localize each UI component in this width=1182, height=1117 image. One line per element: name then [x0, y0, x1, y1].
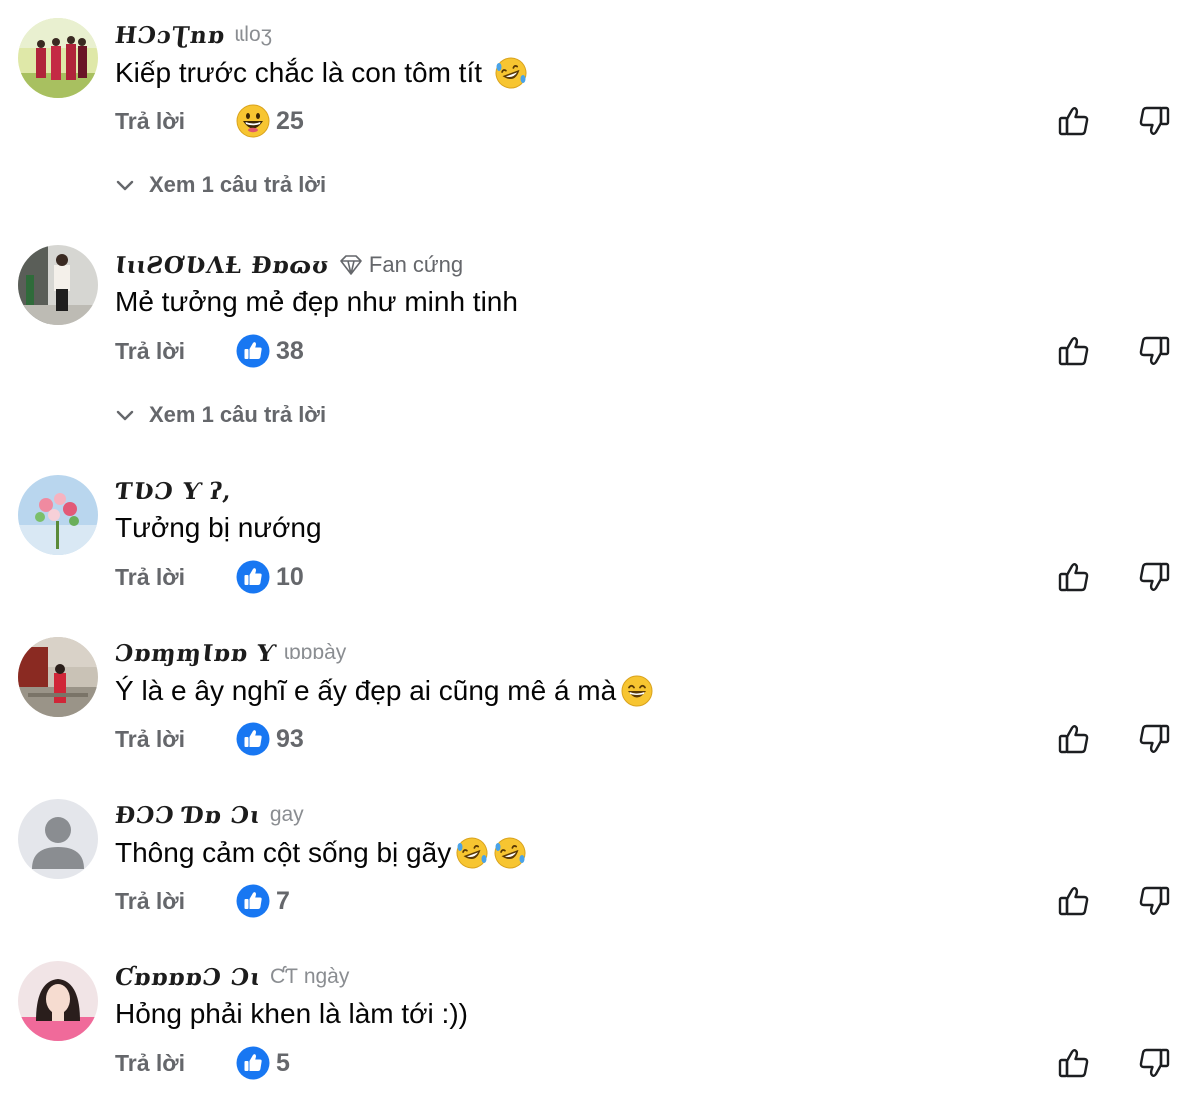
- comment-text-row: Thông cảm cột sống bị gãy: [115, 836, 527, 870]
- thumbs-up-icon[interactable]: [1057, 334, 1091, 368]
- comment-text-row: Tưởng bị nướng: [115, 512, 322, 544]
- author-row: ƖɩɩƧƠƲɅȽ Ɖɒɷʊ Fan cứng: [114, 250, 464, 280]
- comment-text: Thông cảm cột sống bị gãy: [115, 837, 452, 868]
- avatar[interactable]: [18, 637, 98, 717]
- like-icon: [236, 884, 270, 918]
- comment-text: Mẻ tưởng mẻ đẹp như minh tinh: [115, 286, 518, 317]
- avatar[interactable]: [18, 961, 98, 1041]
- comment-text: Tưởng bị nướng: [115, 512, 322, 543]
- thumbs-down-icon[interactable]: [1137, 104, 1171, 138]
- comment-text: Kiếp trước chắc là con tôm tít: [115, 57, 483, 88]
- reaction-count: 93: [276, 724, 304, 753]
- comment-text-row: Kiếp trước chắc là con tôm tít: [115, 56, 528, 90]
- author-name[interactable]: ƬƲƆ Ƴ ʔ,: [114, 478, 234, 505]
- like-icon: [236, 1046, 270, 1080]
- avatar[interactable]: [18, 18, 98, 98]
- reaction-summary[interactable]: 5: [236, 1046, 290, 1080]
- fan-badge[interactable]: Fan cứng: [339, 252, 463, 278]
- avatar[interactable]: [18, 799, 98, 879]
- author-name[interactable]: HƆɔƮnɒ: [114, 22, 227, 49]
- reaction-summary[interactable]: 7: [236, 884, 290, 918]
- thumbs-down-icon[interactable]: [1137, 722, 1171, 756]
- chevron-down-icon: [116, 410, 134, 421]
- reaction-count: 38: [276, 336, 304, 365]
- author-name[interactable]: ƉƆƆ Ɗɒ Ɔɩ: [114, 802, 262, 829]
- reaction-count: 5: [276, 1048, 290, 1077]
- reaction-count: 25: [276, 106, 304, 135]
- author-row: HƆɔƮnɒ ɩɩloʒ: [114, 20, 273, 50]
- reply-button[interactable]: Trả lời: [115, 1050, 185, 1077]
- reply-button[interactable]: Trả lời: [115, 108, 185, 135]
- thumbs-up-icon[interactable]: [1057, 1046, 1091, 1080]
- diamond-icon: [340, 255, 362, 275]
- view-replies-button[interactable]: Xem 1 câu trả lời: [115, 172, 326, 198]
- reaction-count: 10: [276, 562, 304, 591]
- thumbs-up-icon[interactable]: [1057, 722, 1091, 756]
- comment-meta: ɩɩloʒ: [234, 23, 273, 46]
- thumbs-up-icon[interactable]: [1057, 104, 1091, 138]
- thumbs-up-icon[interactable]: [1057, 884, 1091, 918]
- reaction-summary[interactable]: 25: [236, 104, 304, 138]
- comment-text: Hỏng phải khen là làm tới :)): [115, 998, 468, 1029]
- author-row: ƇɒɒɒɒƆ Ɔɩ ƇƬ ngày: [114, 962, 350, 992]
- chevron-down-icon: [116, 180, 134, 191]
- reaction-summary[interactable]: 10: [236, 560, 304, 594]
- rolling-laughing-emoji: [494, 56, 528, 90]
- comment-text-row: Hỏng phải khen là làm tới :)): [115, 998, 468, 1030]
- reply-button[interactable]: Trả lời: [115, 888, 185, 915]
- view-replies-label: Xem 1 câu trả lời: [149, 402, 327, 427]
- comment-meta: ɩɒɒɒày: [284, 641, 347, 664]
- author-name[interactable]: ƖɩɩƧƠƲɅȽ Ɖɒɷʊ: [114, 252, 331, 279]
- comment-meta: gay: [269, 803, 304, 826]
- rolling-laughing-emoji: [455, 836, 489, 870]
- comment-text: Ý là e ây nghĩ e ấy đẹp ai cũng mê á mà: [115, 675, 617, 706]
- like-icon: [236, 334, 270, 368]
- smiling-face-emoji: [620, 674, 654, 708]
- like-icon: [236, 722, 270, 756]
- comment-text-row: Ý là e ây nghĩ e ấy đẹp ai cũng mê á mà: [115, 674, 654, 708]
- thumbs-down-icon[interactable]: [1137, 560, 1171, 594]
- fan-badge-label: Fan cứng: [368, 252, 464, 277]
- rolling-laughing-emoji: [493, 836, 527, 870]
- reaction-summary[interactable]: 93: [236, 722, 304, 756]
- author-row: ƉƆƆ Ɗɒ Ɔɩ gay: [114, 800, 304, 830]
- view-replies-button[interactable]: Xem 1 câu trả lời: [115, 402, 326, 428]
- thumbs-down-icon[interactable]: [1137, 334, 1171, 368]
- author-name[interactable]: ƇɒɒɒɒƆ Ɔɩ: [114, 964, 262, 991]
- author-row: ƬƲƆ Ƴ ʔ,: [114, 476, 234, 506]
- author-row: ƆɒɱɱƖɒɒ Ƴ ɩɒɒɒày: [114, 638, 347, 668]
- grinning-face-emoji: [236, 104, 270, 138]
- reply-button[interactable]: Trả lời: [115, 564, 185, 591]
- reply-button[interactable]: Trả lời: [115, 726, 185, 753]
- reply-button[interactable]: Trả lời: [115, 338, 185, 365]
- comment-meta: ƇƬ ngày: [270, 965, 350, 988]
- avatar[interactable]: [18, 245, 98, 325]
- avatar[interactable]: [18, 475, 98, 555]
- view-replies-label: Xem 1 câu trả lời: [149, 172, 327, 197]
- comment-text-row: Mẻ tưởng mẻ đẹp như minh tinh: [115, 286, 518, 318]
- thumbs-down-icon[interactable]: [1137, 1046, 1171, 1080]
- author-name[interactable]: ƆɒɱɱƖɒɒ Ƴ: [114, 640, 276, 667]
- thumbs-up-icon[interactable]: [1057, 560, 1091, 594]
- reaction-count: 7: [276, 886, 290, 915]
- reaction-summary[interactable]: 38: [236, 334, 304, 368]
- like-icon: [236, 560, 270, 594]
- thumbs-down-icon[interactable]: [1137, 884, 1171, 918]
